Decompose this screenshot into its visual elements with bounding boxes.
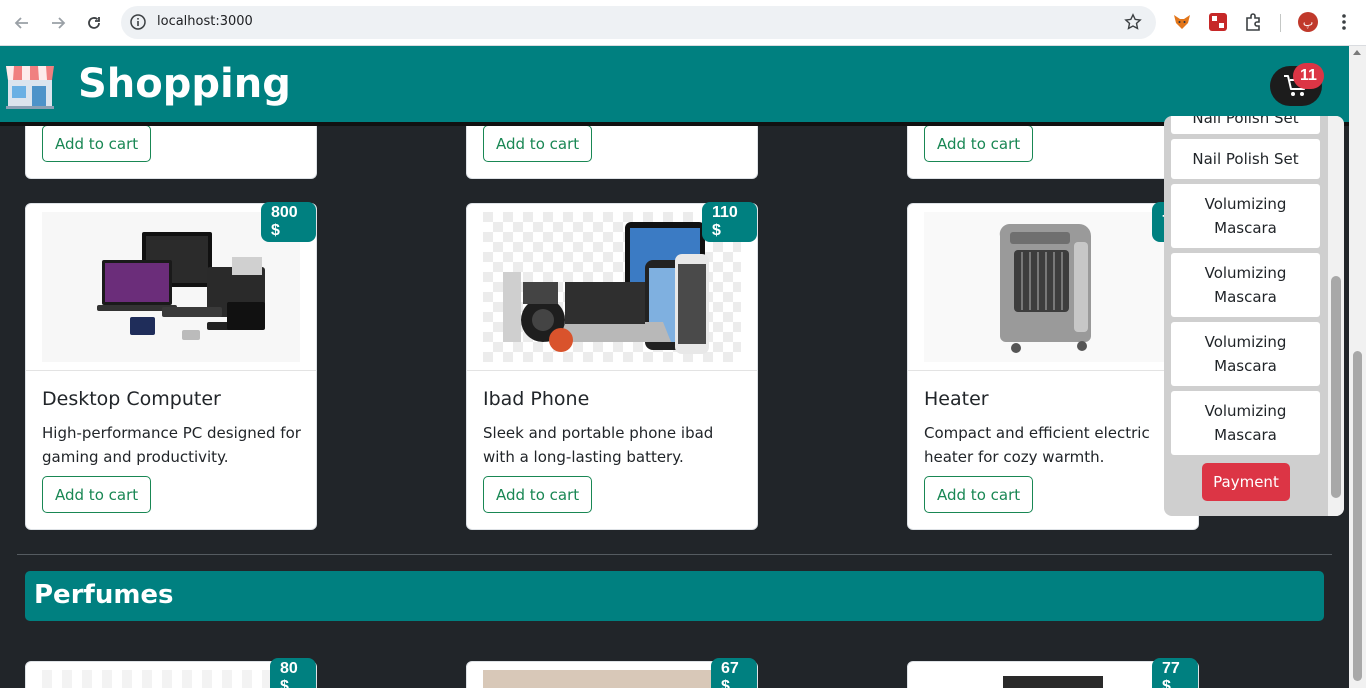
product-image xyxy=(924,212,1182,362)
price-badge: 800 $ xyxy=(261,202,316,242)
product-card: 77 $ xyxy=(907,658,1199,688)
section-divider xyxy=(17,554,1332,555)
page-scrollbar[interactable] xyxy=(1349,46,1366,688)
product-card: Heater Compact and efficient electric he… xyxy=(907,202,1199,530)
store-icon[interactable] xyxy=(4,62,56,110)
reload-icon xyxy=(88,17,100,29)
back-arrow-icon xyxy=(14,17,28,29)
red-extension-icon[interactable] xyxy=(1208,12,1228,32)
bookmark-star-icon[interactable] xyxy=(1124,13,1142,31)
forward-button[interactable] xyxy=(44,9,72,37)
product-card: 80 $ xyxy=(25,658,317,688)
price-badge: 110 $ xyxy=(702,202,757,242)
image-divider xyxy=(26,370,316,371)
product-image xyxy=(42,670,272,688)
price-badge: 80 $ xyxy=(270,658,316,688)
payment-button[interactable]: Payment xyxy=(1202,463,1290,501)
product-title: Desktop Computer xyxy=(42,388,221,410)
reload-button[interactable] xyxy=(80,9,108,37)
extensions-puzzle-icon[interactable] xyxy=(1244,12,1264,32)
cart-scrollbar[interactable] xyxy=(1328,116,1344,516)
product-image xyxy=(483,670,713,688)
cart-dropdown: Nail Polish Set Nail Polish Set Volumizi… xyxy=(1164,116,1344,516)
category-title: Perfumes xyxy=(34,580,174,610)
add-to-cart-button[interactable]: Add to cart xyxy=(483,125,593,162)
add-to-cart-button[interactable]: Add to cart xyxy=(42,125,152,162)
product-title: Ibad Phone xyxy=(483,388,590,410)
product-card: 67 $ xyxy=(466,658,758,688)
page-viewport: Add to cart Add to cart Add to cart Desk… xyxy=(0,46,1349,688)
cart-item: Nail Polish Set xyxy=(1171,116,1320,134)
product-card: Ibad Phone Sleek and portable phone ibad… xyxy=(466,202,758,530)
forward-arrow-icon xyxy=(52,17,66,29)
url-text: localhost:3000 xyxy=(157,14,253,29)
product-title: Heater xyxy=(924,388,989,410)
image-divider xyxy=(908,370,1198,371)
cart-item: Volumizing Mascara xyxy=(1171,184,1320,248)
product-card: Desktop Computer High-performance PC des… xyxy=(25,202,317,530)
add-to-cart-button[interactable]: Add to cart xyxy=(483,476,593,513)
cart-item: Nail Polish Set xyxy=(1171,139,1320,179)
product-description: Compact and efficient electric heater fo… xyxy=(924,424,1150,466)
page-scrollbar-thumb[interactable] xyxy=(1353,351,1362,681)
browser-toolbar: localhost:3000 پ xyxy=(0,0,1366,46)
scroll-up-arrow[interactable] xyxy=(1353,50,1361,55)
product-description: High-performance PC designed for gaming … xyxy=(42,424,301,466)
cart-item: Volumizing Mascara xyxy=(1171,253,1320,317)
add-to-cart-button[interactable]: Add to cart xyxy=(924,125,1034,162)
price-badge: 67 $ xyxy=(711,658,757,688)
price-badge: 77 $ xyxy=(1152,658,1198,688)
address-bar[interactable]: localhost:3000 xyxy=(121,6,1156,39)
product-description: Sleek and portable phone ibad with a lon… xyxy=(483,424,714,466)
add-to-cart-button[interactable]: Add to cart xyxy=(924,476,1034,513)
menu-kebab-icon[interactable] xyxy=(1334,12,1354,32)
product-image xyxy=(1003,676,1103,688)
toolbar-divider xyxy=(1280,14,1281,32)
app-header: Shopping 11 xyxy=(0,46,1349,126)
add-to-cart-button[interactable]: Add to cart xyxy=(42,476,152,513)
cart-count-badge: 11 xyxy=(1293,63,1324,89)
cart-scrollbar-thumb[interactable] xyxy=(1331,276,1341,498)
profile-avatar[interactable]: پ xyxy=(1298,12,1318,32)
back-button[interactable] xyxy=(8,9,36,37)
cart-item: Volumizing Mascara xyxy=(1171,322,1320,386)
image-divider xyxy=(467,370,757,371)
brand-title[interactable]: Shopping xyxy=(78,60,291,108)
site-info-icon[interactable] xyxy=(129,13,147,31)
fox-extension-icon[interactable] xyxy=(1172,12,1192,32)
category-heading: Perfumes xyxy=(25,571,1324,621)
cart-item: Volumizing Mascara xyxy=(1171,391,1320,455)
